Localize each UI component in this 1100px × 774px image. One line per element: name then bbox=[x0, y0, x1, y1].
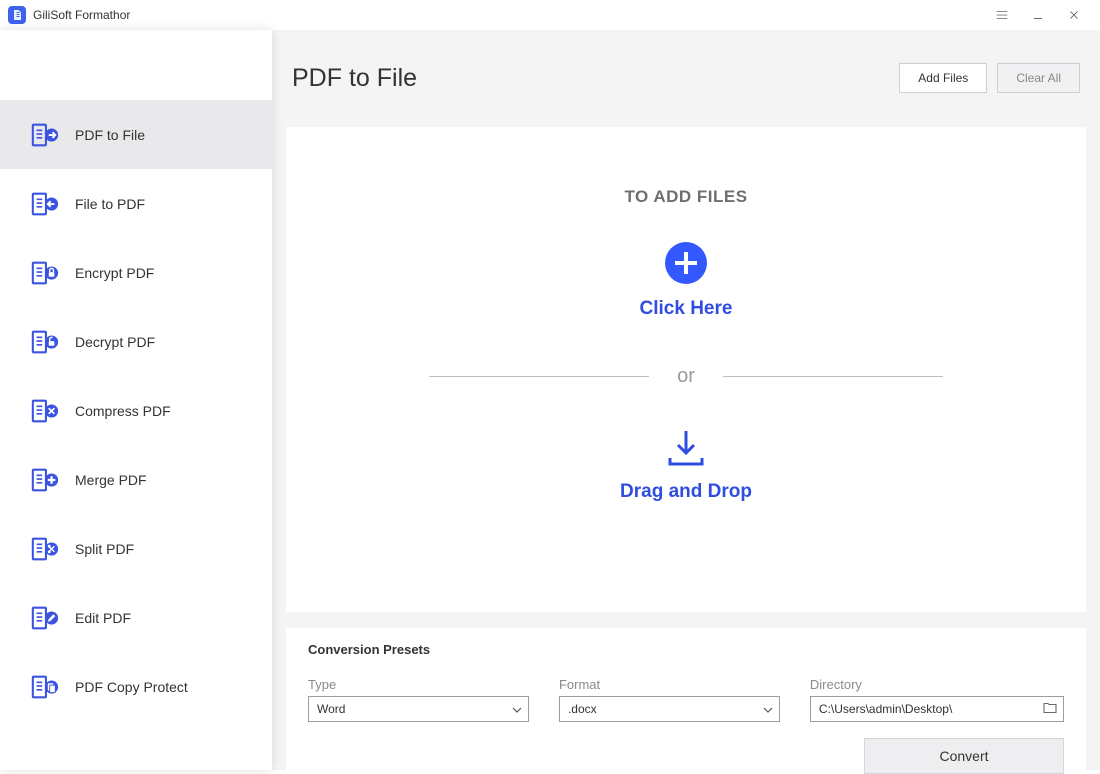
presets-title: Conversion Presets bbox=[308, 642, 1064, 657]
sidebar-item-label: PDF to File bbox=[75, 127, 145, 143]
sidebar-item-label: Decrypt PDF bbox=[75, 334, 155, 350]
main-content: PDF to File Add Files Clear All TO ADD F… bbox=[272, 30, 1100, 770]
page-title: PDF to File bbox=[292, 64, 899, 93]
download-icon bbox=[664, 428, 708, 471]
app-logo-icon bbox=[8, 6, 26, 24]
format-select[interactable]: .docx bbox=[559, 696, 780, 722]
format-label: Format bbox=[559, 677, 780, 692]
sidebar: PDF to File File to PDF Encrypt PDF Decr… bbox=[0, 30, 272, 770]
decrypt-pdf-icon bbox=[30, 327, 60, 357]
folder-icon[interactable] bbox=[1043, 702, 1057, 717]
sidebar-item-label: Compress PDF bbox=[75, 403, 171, 419]
hamburger-icon[interactable] bbox=[984, 0, 1020, 30]
type-select[interactable]: Word bbox=[308, 696, 529, 722]
directory-label: Directory bbox=[810, 677, 1064, 692]
conversion-presets-panel: Conversion Presets Type Word Format .doc… bbox=[286, 628, 1086, 770]
sidebar-item-label: File to PDF bbox=[75, 196, 145, 212]
pdf-to-file-icon bbox=[30, 120, 60, 150]
sidebar-item-split-pdf[interactable]: Split PDF bbox=[0, 514, 272, 583]
or-text: or bbox=[677, 365, 695, 388]
sidebar-item-decrypt-pdf[interactable]: Decrypt PDF bbox=[0, 307, 272, 376]
clear-all-button[interactable]: Clear All bbox=[997, 63, 1080, 93]
type-label: Type bbox=[308, 677, 529, 692]
sidebar-item-encrypt-pdf[interactable]: Encrypt PDF bbox=[0, 238, 272, 307]
sidebar-item-edit-pdf[interactable]: Edit PDF bbox=[0, 583, 272, 652]
or-divider: or bbox=[286, 365, 1086, 388]
compress-pdf-icon bbox=[30, 396, 60, 426]
sidebar-item-label: PDF Copy Protect bbox=[75, 679, 188, 695]
merge-pdf-icon bbox=[30, 465, 60, 495]
sidebar-item-label: Merge PDF bbox=[75, 472, 147, 488]
directory-value: C:\Users\admin\Desktop\ bbox=[819, 702, 952, 716]
add-file-plus-icon[interactable] bbox=[665, 242, 707, 284]
type-value: Word bbox=[317, 702, 345, 716]
minimize-icon[interactable] bbox=[1020, 0, 1056, 30]
chevron-down-icon bbox=[512, 702, 522, 716]
sidebar-item-pdf-to-file[interactable]: PDF to File bbox=[0, 100, 272, 169]
split-pdf-icon bbox=[30, 534, 60, 564]
format-value: .docx bbox=[568, 702, 597, 716]
app-title: GiliSoft Formathor bbox=[33, 8, 130, 22]
encrypt-pdf-icon bbox=[30, 258, 60, 288]
drag-and-drop-text: Drag and Drop bbox=[620, 481, 752, 503]
sidebar-item-label: Edit PDF bbox=[75, 610, 131, 626]
sidebar-item-file-to-pdf[interactable]: File to PDF bbox=[0, 169, 272, 238]
page-header: PDF to File Add Files Clear All bbox=[272, 30, 1100, 127]
close-icon[interactable] bbox=[1056, 0, 1092, 30]
titlebar: GiliSoft Formathor bbox=[0, 0, 1100, 30]
directory-field[interactable]: C:\Users\admin\Desktop\ bbox=[810, 696, 1064, 722]
edit-pdf-icon bbox=[30, 603, 60, 633]
sidebar-item-pdf-copy-protect[interactable]: PDF Copy Protect bbox=[0, 652, 272, 721]
chevron-down-icon bbox=[763, 702, 773, 716]
sidebar-item-merge-pdf[interactable]: Merge PDF bbox=[0, 445, 272, 514]
to-add-files-heading: TO ADD FILES bbox=[624, 187, 747, 207]
pdf-copy-protect-icon bbox=[30, 672, 60, 702]
sidebar-item-compress-pdf[interactable]: Compress PDF bbox=[0, 376, 272, 445]
file-to-pdf-icon bbox=[30, 189, 60, 219]
add-files-button[interactable]: Add Files bbox=[899, 63, 987, 93]
sidebar-item-label: Split PDF bbox=[75, 541, 134, 557]
convert-button[interactable]: Convert bbox=[864, 738, 1064, 774]
drop-zone[interactable]: TO ADD FILES Click Here or Drag and Drop bbox=[286, 127, 1086, 612]
click-here-link[interactable]: Click Here bbox=[640, 298, 733, 320]
sidebar-item-label: Encrypt PDF bbox=[75, 265, 154, 281]
